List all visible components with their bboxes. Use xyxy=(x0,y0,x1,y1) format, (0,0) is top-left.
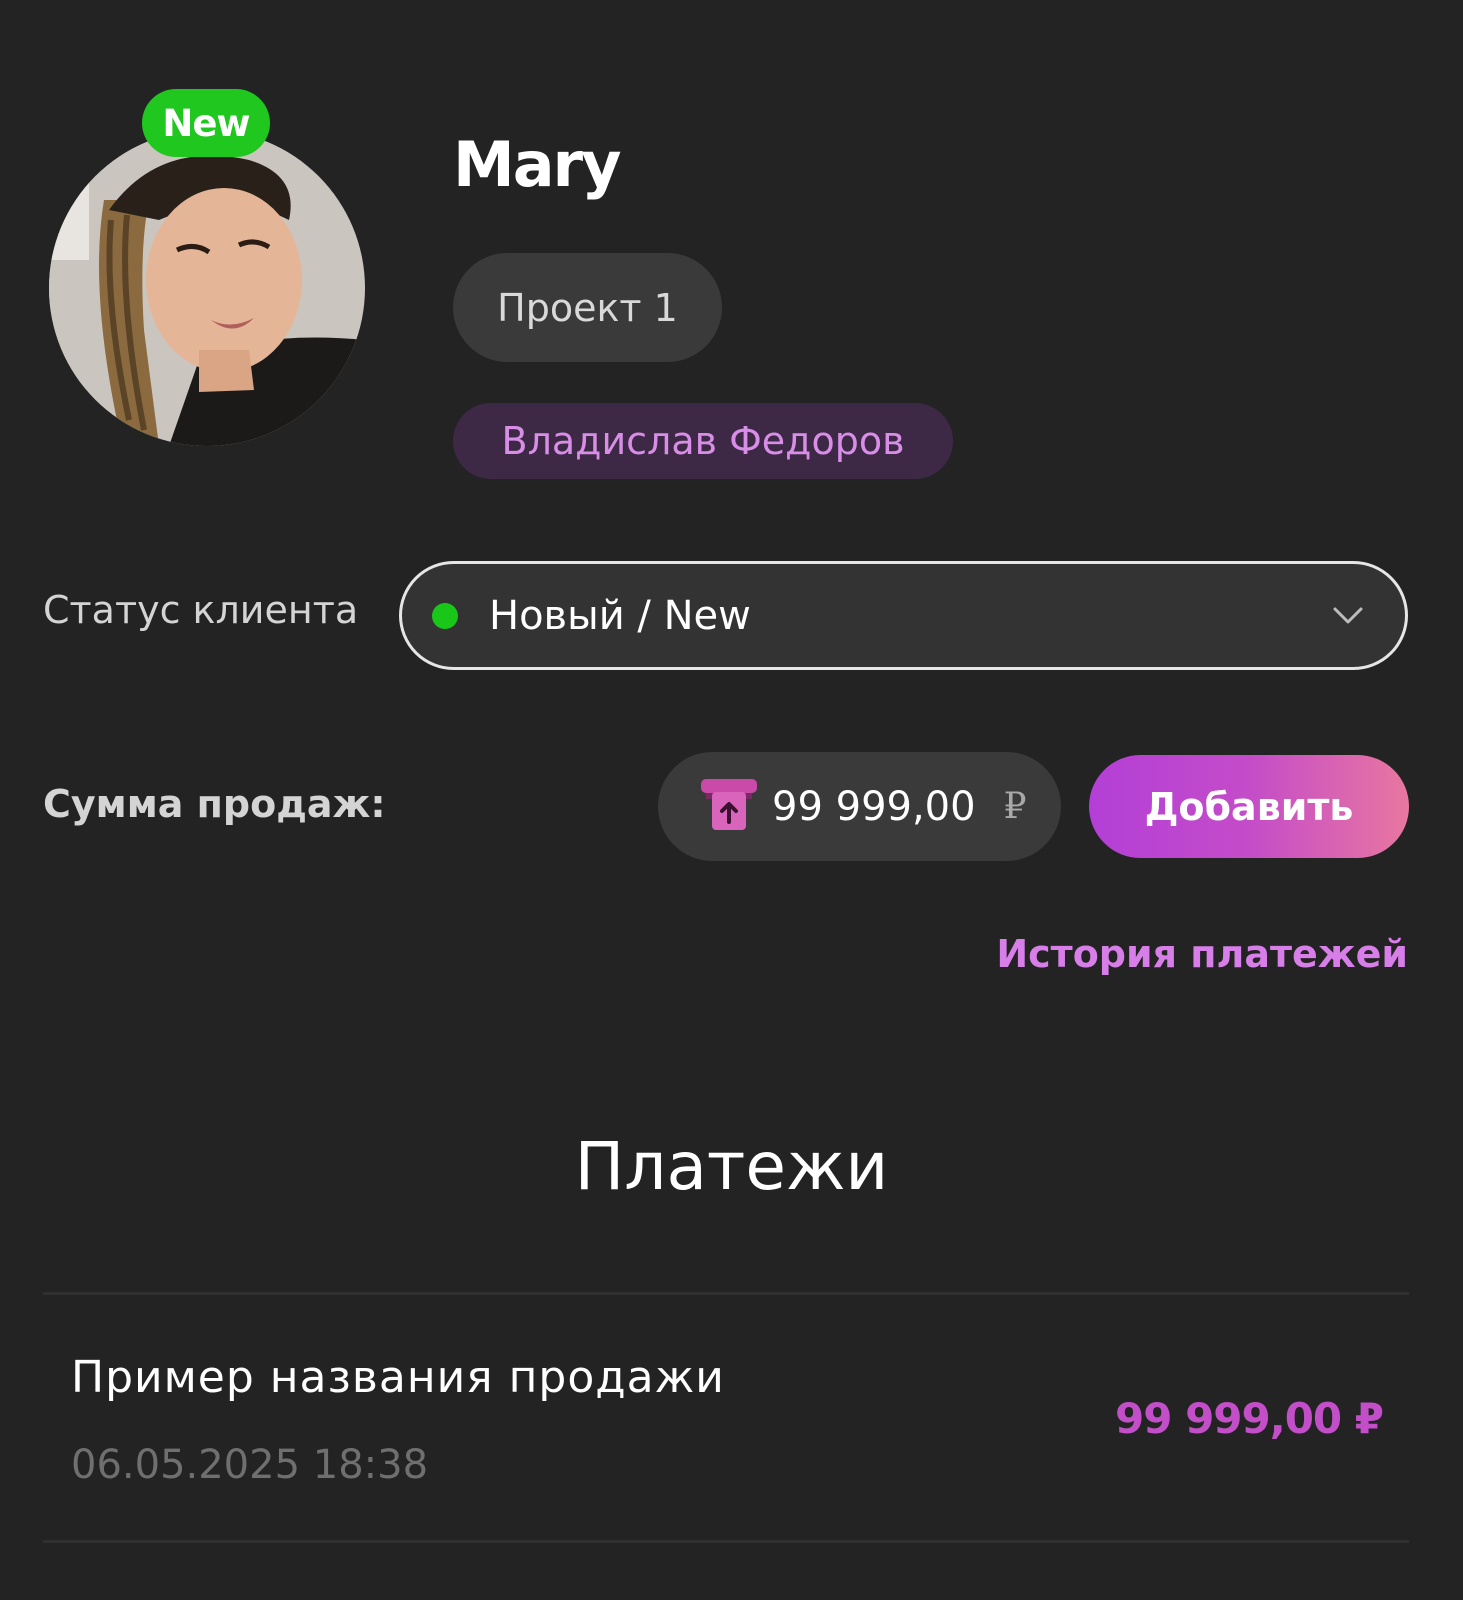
status-label: Статус клиента xyxy=(43,588,359,632)
payment-history-link[interactable]: История платежей xyxy=(996,932,1408,976)
client-card: New Mary Проект 1 Владислав Федоров Стат… xyxy=(0,0,1463,1600)
sales-amount-field: 99 999,00 ₽ xyxy=(658,752,1061,861)
payment-terminal-icon xyxy=(700,778,758,836)
divider xyxy=(43,1540,1409,1543)
client-name: Mary xyxy=(453,128,622,201)
avatar[interactable] xyxy=(49,130,365,446)
status-dot-icon xyxy=(432,602,458,629)
payment-date: 06.05.2025 18:38 xyxy=(71,1442,429,1488)
divider xyxy=(43,1292,1409,1295)
payment-name: Пример названия продажи xyxy=(71,1352,725,1403)
payment-amount: 99 999,00 ₽ xyxy=(1115,1394,1384,1443)
add-button[interactable]: Добавить xyxy=(1089,755,1409,858)
payments-title: Платежи xyxy=(574,1128,889,1205)
new-badge: New xyxy=(142,89,270,157)
sales-amount-value: 99 999,00 xyxy=(772,783,976,830)
manager-chip[interactable]: Владислав Федоров xyxy=(453,403,953,479)
sales-label: Сумма продаж: xyxy=(43,782,386,826)
status-select[interactable]: Новый / New xyxy=(399,561,1408,670)
project-chip[interactable]: Проект 1 xyxy=(453,253,722,362)
chevron-down-icon xyxy=(1331,598,1365,636)
avatar-photo xyxy=(49,130,365,446)
sales-currency: ₽ xyxy=(1003,786,1027,827)
status-value: Новый / New xyxy=(489,592,751,639)
